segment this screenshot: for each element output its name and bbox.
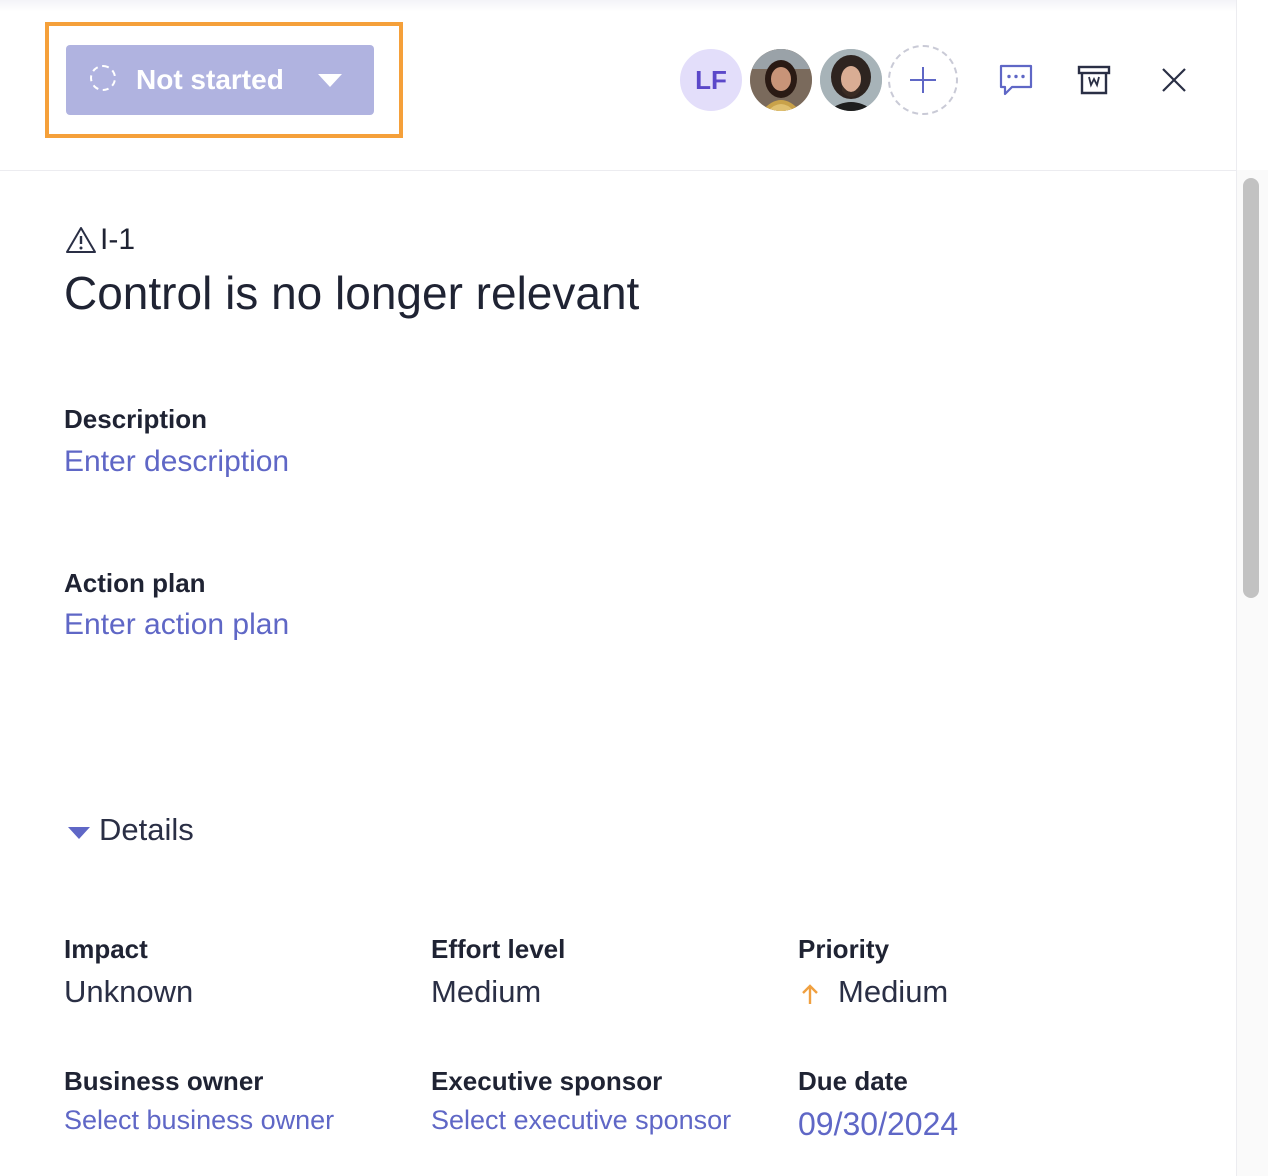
priority-label: Priority xyxy=(798,934,890,964)
plus-icon xyxy=(910,67,936,93)
arrow-up-icon xyxy=(800,982,820,1011)
comment-button[interactable] xyxy=(996,60,1036,100)
priority-value[interactable]: Medium xyxy=(838,974,948,1010)
status-dropdown-button[interactable]: Not started xyxy=(66,45,374,115)
avatar-lf[interactable]: LF xyxy=(677,46,745,114)
panel-header: Not started LF xyxy=(0,0,1236,171)
details-toggle[interactable]: Details xyxy=(68,812,194,848)
panel-edge xyxy=(1236,0,1268,170)
warning-icon xyxy=(66,227,96,253)
executive-sponsor-label: Executive sponsor xyxy=(431,1066,663,1096)
close-button[interactable] xyxy=(1154,60,1194,100)
person-photo-icon xyxy=(820,49,882,111)
caret-down-icon xyxy=(68,826,90,839)
issue-title[interactable]: Control is no longer relevant xyxy=(64,265,639,321)
impact-label: Impact xyxy=(64,934,148,964)
avatar-initials: LF xyxy=(695,64,727,95)
description-label: Description xyxy=(64,404,208,434)
archive-icon xyxy=(1077,65,1111,95)
spinner-dashed-icon xyxy=(90,65,116,91)
details-toggle-label: Details xyxy=(99,812,194,847)
add-assignee-button[interactable] xyxy=(888,45,958,115)
action-plan-label: Action plan xyxy=(64,568,206,598)
avatar-photo-woman[interactable] xyxy=(747,46,815,114)
impact-value[interactable]: Unknown xyxy=(64,974,193,1010)
chevron-down-icon xyxy=(318,74,342,87)
business-owner-label: Business owner xyxy=(64,1066,264,1096)
due-date-label: Due date xyxy=(798,1066,908,1096)
person-photo-icon xyxy=(750,49,812,111)
scrollbar-thumb[interactable] xyxy=(1243,178,1259,598)
due-date-picker[interactable]: 09/30/2024 xyxy=(798,1106,958,1142)
avatar-photo-man[interactable] xyxy=(817,46,885,114)
issue-id-text: I-1 xyxy=(100,223,136,256)
comment-icon xyxy=(999,64,1033,96)
close-icon xyxy=(1162,68,1186,92)
effort-level-value[interactable]: Medium xyxy=(431,974,541,1010)
effort-level-label: Effort level xyxy=(431,934,566,964)
status-label: Not started xyxy=(136,64,284,95)
issue-id: I-1 xyxy=(64,223,135,257)
action-plan-input[interactable]: Enter action plan xyxy=(64,607,289,643)
archive-button[interactable] xyxy=(1074,60,1114,100)
description-input[interactable]: Enter description xyxy=(64,444,289,480)
issue-detail-panel: Not started LF I-1 Control is no longer … xyxy=(0,0,1268,1176)
executive-sponsor-select[interactable]: Select executive sponsor xyxy=(431,1104,731,1136)
business-owner-select[interactable]: Select business owner xyxy=(64,1104,334,1136)
